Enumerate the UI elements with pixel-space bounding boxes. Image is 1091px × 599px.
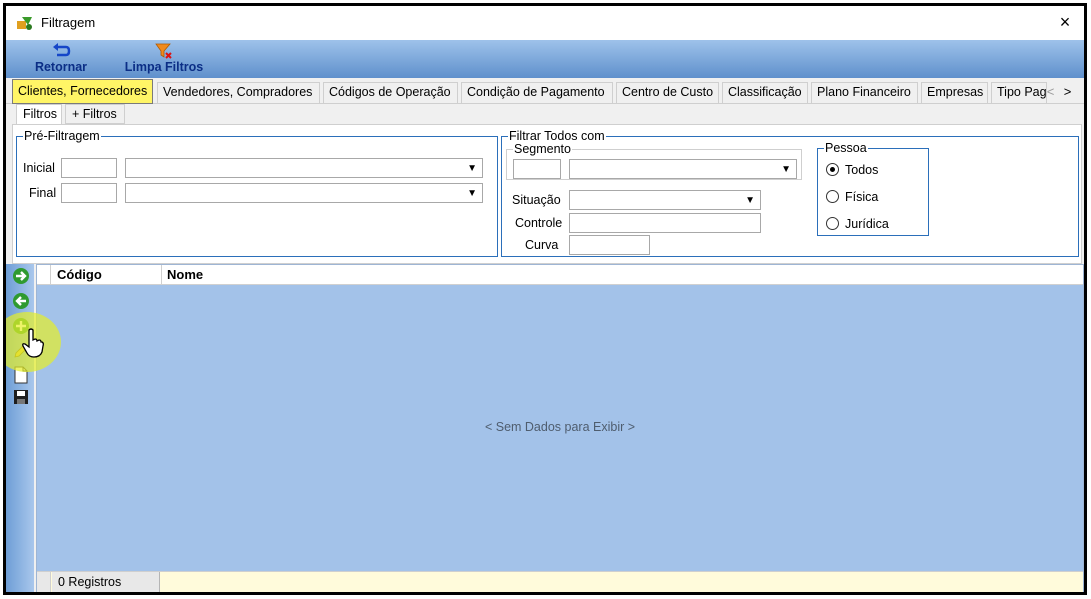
next-arrow-icon[interactable] xyxy=(12,267,30,285)
retornar-label: Retornar xyxy=(34,60,88,74)
final-code-input[interactable] xyxy=(61,183,117,203)
final-label: Final xyxy=(29,186,57,200)
column-header-nome[interactable]: Nome xyxy=(167,267,203,282)
tab-clientes-fornecedores[interactable]: Clientes, Fornecedores xyxy=(12,79,153,104)
tab-tipo-pag[interactable]: Tipo Pag xyxy=(991,82,1047,103)
close-button[interactable]: × xyxy=(1052,11,1078,35)
tab-strip: Clientes, Fornecedores Vendedores, Compr… xyxy=(6,78,1084,104)
sub-tab-strip: Filtros + Filtros xyxy=(12,104,1082,125)
radio-fisica[interactable]: Física xyxy=(826,190,878,204)
radio-unchecked-icon xyxy=(826,217,839,230)
grid-footer: 0 Registros xyxy=(37,571,1083,592)
final-select[interactable]: ▼ xyxy=(125,183,483,203)
segmento-select[interactable]: ▼ xyxy=(569,159,797,179)
tab-empresas[interactable]: Empresas xyxy=(921,82,988,103)
filtragem-window: Filtragem × Retornar Limpa Filtros Clien… xyxy=(3,3,1087,595)
tab-scroll-buttons: < > xyxy=(1042,82,1080,102)
inicial-label: Inicial xyxy=(23,161,55,175)
segmento-group: Segmento ▼ xyxy=(506,142,802,180)
limpa-filtros-button[interactable]: Limpa Filtros xyxy=(118,42,210,76)
segmento-label: Segmento xyxy=(514,142,571,156)
pre-filtragem-title: Pré-Filtragem xyxy=(24,129,100,143)
tab-scroll-right-icon[interactable]: > xyxy=(1059,82,1076,102)
hand-pointer-icon xyxy=(22,328,44,358)
column-divider xyxy=(161,265,162,285)
save-icon[interactable] xyxy=(12,388,30,406)
radio-checked-icon xyxy=(826,163,839,176)
chevron-down-icon: ▼ xyxy=(467,163,477,174)
tab-classificacao[interactable]: Classificação xyxy=(722,82,808,103)
radio-todos-label: Todos xyxy=(845,163,879,177)
previous-arrow-icon[interactable] xyxy=(12,292,30,310)
tab-scroll-left-icon[interactable]: < xyxy=(1042,82,1059,102)
subtab-mais-filtros[interactable]: + Filtros xyxy=(65,104,125,124)
tab-centro-custo[interactable]: Centro de Custo xyxy=(616,82,719,103)
return-arrow-icon xyxy=(53,43,71,57)
chevron-down-icon: ▼ xyxy=(745,195,755,206)
situacao-select[interactable]: ▼ xyxy=(569,190,761,210)
funnel-clear-icon xyxy=(155,43,172,59)
limpa-filtros-label: Limpa Filtros xyxy=(124,60,204,74)
curva-input[interactable] xyxy=(569,235,650,255)
empty-message: < Sem Dados para Exibir > xyxy=(484,420,636,434)
radio-juridica-label: Jurídica xyxy=(845,217,889,231)
curva-label: Curva xyxy=(525,238,559,252)
title-bar: Filtragem × xyxy=(6,6,1084,40)
tab-plano-financeiro[interactable]: Plano Financeiro xyxy=(811,82,918,103)
retornar-button[interactable]: Retornar xyxy=(28,42,94,76)
data-grid[interactable]: Código Nome < Sem Dados para Exibir > 0 … xyxy=(36,264,1084,592)
column-header-codigo[interactable]: Código xyxy=(57,267,102,282)
window-title: Filtragem xyxy=(41,15,96,30)
app-icon xyxy=(17,17,32,30)
filtrar-todos-group: Filtrar Todos com Segmento ▼ Situação ▼ … xyxy=(501,129,1079,257)
chevron-down-icon: ▼ xyxy=(781,164,791,175)
controle-input[interactable] xyxy=(569,213,761,233)
grid-header: Código Nome xyxy=(37,265,1083,285)
radio-todos[interactable]: Todos xyxy=(826,163,878,177)
pessoa-title: Pessoa xyxy=(825,141,867,155)
row-selector-header xyxy=(37,265,51,285)
tab-codigos-operacao[interactable]: Códigos de Operação xyxy=(323,82,458,103)
filter-panel: Pré-Filtragem Inicial ▼ Final ▼ Filtrar … xyxy=(12,124,1082,264)
radio-fisica-label: Física xyxy=(845,190,879,204)
segmento-code-input[interactable] xyxy=(513,159,561,179)
tab-vendedores-compradores[interactable]: Vendedores, Compradores xyxy=(157,82,320,103)
filtrar-todos-title: Filtrar Todos com xyxy=(509,129,605,143)
toolbar: Retornar Limpa Filtros xyxy=(6,40,1084,78)
radio-unchecked-icon xyxy=(826,190,839,203)
record-count: 0 Registros xyxy=(52,572,160,592)
subtab-filtros[interactable]: Filtros xyxy=(16,104,62,125)
controle-label: Controle xyxy=(515,216,563,230)
row-selector-footer xyxy=(37,572,51,592)
tab-condicao-pagamento[interactable]: Condição de Pagamento xyxy=(461,82,613,103)
radio-juridica[interactable]: Jurídica xyxy=(826,217,889,231)
situacao-label: Situação xyxy=(512,193,561,207)
inicial-code-input[interactable] xyxy=(61,158,117,178)
pre-filtragem-group: Pré-Filtragem Inicial ▼ Final ▼ xyxy=(16,129,498,257)
pessoa-group: Pessoa Todos Física Jurídica xyxy=(817,141,929,236)
inicial-select[interactable]: ▼ xyxy=(125,158,483,178)
chevron-down-icon: ▼ xyxy=(467,188,477,199)
